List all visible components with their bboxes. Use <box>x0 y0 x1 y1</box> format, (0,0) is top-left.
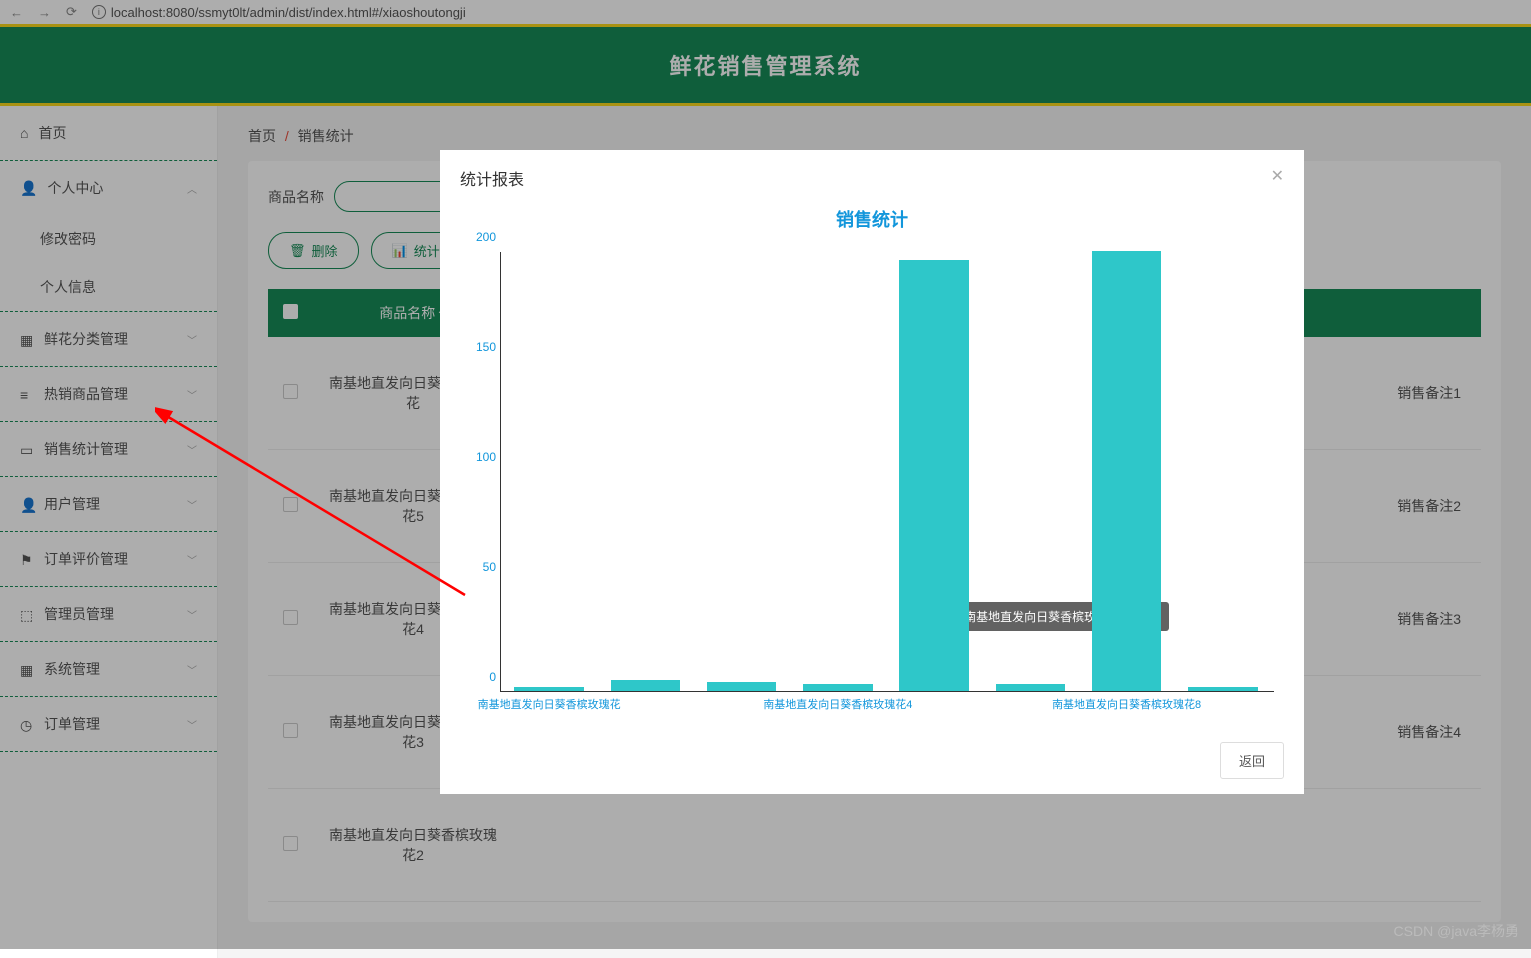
chart-bar[interactable] <box>899 260 968 691</box>
chart-area: 南基地直发向日葵香槟玫瑰花6：196 050100150200南基地直发向日葵香… <box>440 252 1304 732</box>
x-axis-label: 南基地直发向日葵香槟玫瑰花 <box>478 696 621 712</box>
y-axis-tick: 200 <box>461 230 496 244</box>
chart-title: 销售统计 <box>440 206 1304 232</box>
chart-bar[interactable] <box>1188 687 1257 691</box>
modal-title: 统计报表 <box>460 166 524 190</box>
y-axis-tick: 150 <box>461 340 496 354</box>
chart-bar[interactable] <box>803 684 872 691</box>
y-axis-tick: 50 <box>461 560 496 574</box>
chart-plot: 南基地直发向日葵香槟玫瑰花6：196 050100150200南基地直发向日葵香… <box>500 252 1274 692</box>
chart-bar[interactable] <box>707 682 776 691</box>
return-button[interactable]: 返回 <box>1220 742 1284 779</box>
watermark: CSDN @java李杨勇 <box>1394 921 1519 941</box>
close-icon[interactable]: ✕ <box>1271 166 1284 190</box>
chart-bar[interactable] <box>996 684 1065 691</box>
stats-modal: 统计报表 ✕ 销售统计 南基地直发向日葵香槟玫瑰花6：196 050100150… <box>440 150 1304 794</box>
y-axis-tick: 0 <box>461 670 496 684</box>
chart-bar[interactable] <box>611 680 680 691</box>
chart-bar[interactable] <box>514 687 583 691</box>
chart-bar[interactable] <box>1092 251 1161 691</box>
x-axis-label: 南基地直发向日葵香槟玫瑰花8 <box>1052 696 1201 712</box>
x-axis-label: 南基地直发向日葵香槟玫瑰花4 <box>763 696 912 712</box>
y-axis-tick: 100 <box>461 450 496 464</box>
